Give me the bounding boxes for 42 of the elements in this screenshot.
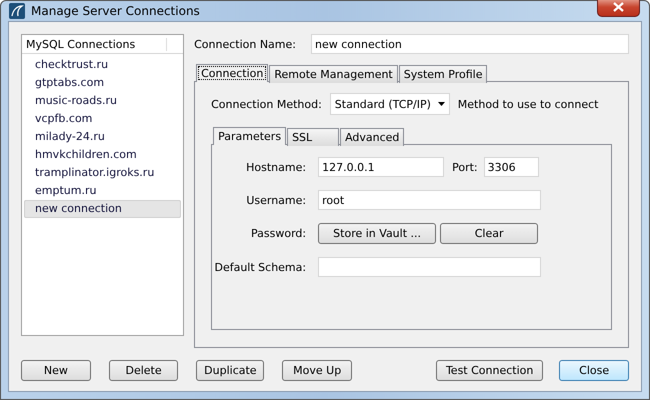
connection-item[interactable]: new connection [24, 200, 182, 218]
port-field[interactable]: 3306 [484, 157, 539, 177]
tab[interactable]: Advanced [340, 128, 404, 146]
connection-item[interactable]: gtptabs.com [24, 74, 182, 92]
default-schema-field[interactable] [318, 257, 542, 277]
connection-item[interactable]: vcpfb.com [24, 110, 182, 128]
dialog-button[interactable]: New [21, 360, 91, 381]
tab[interactable]: Parameters [213, 127, 286, 145]
connection-item[interactable]: tramplinator.igroks.ru [24, 164, 182, 182]
dialog-button[interactable]: Close [559, 360, 629, 381]
field-label: Hostname: [245, 160, 306, 174]
connection-item[interactable]: milady-24.ru [24, 128, 182, 146]
tab[interactable]: Remote Management [269, 65, 398, 83]
hint-text: Method to use to connect [458, 98, 598, 110]
dialog-button[interactable]: Delete [108, 360, 178, 381]
method-dropdown[interactable]: Standard (TCP/IP) [330, 93, 450, 115]
connection-name-field[interactable]: new connection [311, 34, 629, 54]
tab[interactable]: Connection [196, 64, 268, 82]
caret-icon [438, 102, 445, 106]
field-label: Default Schema: [213, 260, 306, 274]
connection-item[interactable]: hmvkchildren.com [24, 146, 182, 164]
hostname-field[interactable]: 127.0.0.1 [318, 157, 444, 177]
connection-item[interactable]: emptum.ru [24, 182, 182, 200]
connection-item[interactable]: music-roads.ru [24, 92, 182, 110]
field-label: Port: [452, 160, 478, 174]
connection-item[interactable]: checktrust.ru [24, 56, 182, 74]
tab[interactable]: SSL [287, 128, 340, 146]
field-label: Password: [250, 227, 306, 240]
field-label: Connection Name: [194, 38, 296, 50]
window-title: Manage Server Connections [31, 4, 201, 18]
dolphin-icon [9, 3, 25, 19]
username-field[interactable]: root [318, 190, 542, 210]
field-label: Connection Method: [211, 98, 322, 110]
list-header: MySQL Connections [26, 38, 167, 50]
dialog-button[interactable]: Test Connection [436, 360, 544, 381]
tab[interactable]: System Profile [398, 65, 488, 83]
close-icon[interactable] [597, 0, 640, 16]
field-label: Username: [245, 194, 306, 206]
dialog-button[interactable]: Duplicate [196, 360, 264, 381]
dialog-button[interactable]: Move Up [282, 360, 352, 381]
clear-button[interactable]: Clear [440, 223, 538, 244]
store-in-vault-button[interactable]: Store in Vault ... [318, 223, 436, 244]
